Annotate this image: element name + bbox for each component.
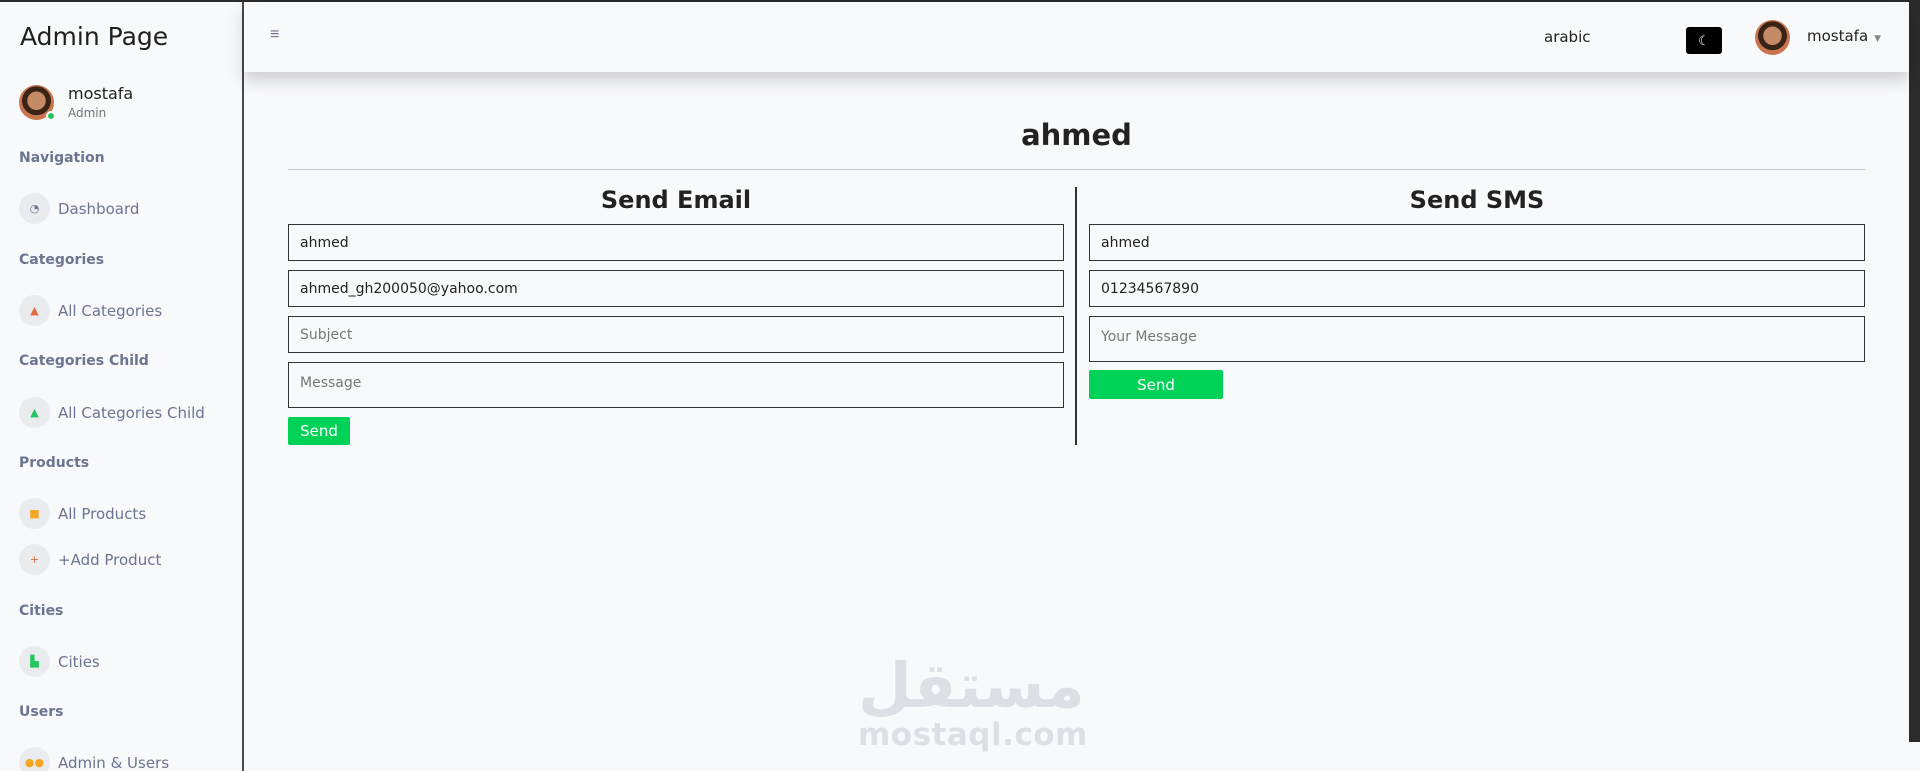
avatar — [19, 84, 56, 121]
online-status-icon — [46, 110, 56, 121]
email-name-field[interactable]: ahmed — [288, 224, 1064, 261]
sidebar-item-all-categories[interactable]: ▲ All Categories — [19, 295, 162, 326]
watermark-latin: mostaql.com — [858, 717, 1088, 753]
sidebar-item-label: Cities — [58, 652, 100, 671]
section-title-cities: Cities — [19, 603, 64, 619]
user-menu-label: mostafa — [1807, 27, 1869, 45]
window-right-border — [1909, 0, 1920, 742]
sidebar-item-dashboard[interactable]: ◔ Dashboard — [19, 193, 139, 224]
hamburger-icon[interactable]: ≡ — [270, 26, 279, 44]
top-header: ≡ arabic ☾ mostafa ▼ — [244, 2, 1909, 72]
sidebar: Admin Page mostafa Admin Navigation ◔ Da… — [0, 2, 244, 771]
sidebar-item-add-product[interactable]: + +Add Product — [19, 544, 161, 575]
sidebar-item-all-categories-child[interactable]: ▲ All Categories Child — [19, 397, 205, 428]
sidebar-item-admin-users[interactable]: ●● Admin & Users — [19, 747, 169, 771]
column-divider — [1075, 187, 1077, 445]
watermark: مستقل mostaql.com — [858, 649, 1088, 754]
email-subject-field[interactable]: Subject — [288, 316, 1064, 353]
email-send-button[interactable]: Send — [288, 417, 350, 445]
gauge-icon: ◔ — [19, 193, 50, 224]
sms-message-field[interactable]: Your Message — [1089, 316, 1865, 362]
building-icon: ▙ — [19, 646, 50, 677]
user-avatar[interactable] — [1755, 20, 1790, 55]
sidebar-item-label: Admin & Users — [58, 753, 170, 771]
section-title-categories-child: Categories Child — [19, 353, 149, 369]
section-title-navigation: Navigation — [19, 150, 105, 166]
title-divider — [288, 169, 1865, 170]
profile-name: mostafa — [68, 84, 134, 103]
sms-name-field[interactable]: ahmed — [1089, 224, 1865, 261]
section-title-products: Products — [19, 455, 90, 471]
sidebar-item-label: All Products — [58, 504, 147, 523]
page-title: ahmed — [1021, 118, 1132, 152]
moon-icon: ☾ — [1698, 32, 1710, 48]
section-title-categories: Categories — [19, 252, 105, 268]
sidebar-profile: mostafa Admin — [19, 84, 134, 121]
sidebar-item-label: All Categories — [58, 301, 163, 320]
shapes-child-icon: ▲ — [19, 397, 50, 428]
user-menu[interactable]: mostafa ▼ — [1807, 27, 1881, 45]
sidebar-item-cities[interactable]: ▙ Cities — [19, 646, 100, 677]
sms-send-button[interactable]: Send — [1089, 370, 1223, 399]
users-icon: ●● — [19, 747, 50, 771]
sidebar-item-label: +Add Product — [58, 550, 162, 569]
section-title-users: Users — [19, 704, 64, 720]
plus-icon: + — [19, 544, 50, 575]
language-switch[interactable]: arabic — [1544, 28, 1591, 46]
sidebar-item-label: All Categories Child — [58, 403, 205, 422]
email-address-field[interactable]: ahmed_gh200050@yahoo.com — [288, 270, 1064, 307]
watermark-arabic: مستقل — [858, 649, 1085, 722]
brand-title: Admin Page — [20, 22, 169, 51]
sidebar-item-all-products[interactable]: ■ All Products — [19, 498, 146, 529]
sidebar-item-label: Dashboard — [58, 199, 140, 218]
profile-role: Admin — [68, 106, 107, 120]
sms-phone-field[interactable]: 01234567890 — [1089, 270, 1865, 307]
sms-form-title: Send SMS — [1409, 186, 1545, 214]
email-form-title: Send Email — [600, 186, 752, 214]
theme-toggle-button[interactable]: ☾ — [1686, 27, 1722, 54]
box-icon: ■ — [19, 498, 50, 529]
email-message-field[interactable]: Message — [288, 362, 1064, 408]
shapes-icon: ▲ — [19, 295, 50, 326]
chevron-down-icon: ▼ — [1874, 34, 1882, 44]
